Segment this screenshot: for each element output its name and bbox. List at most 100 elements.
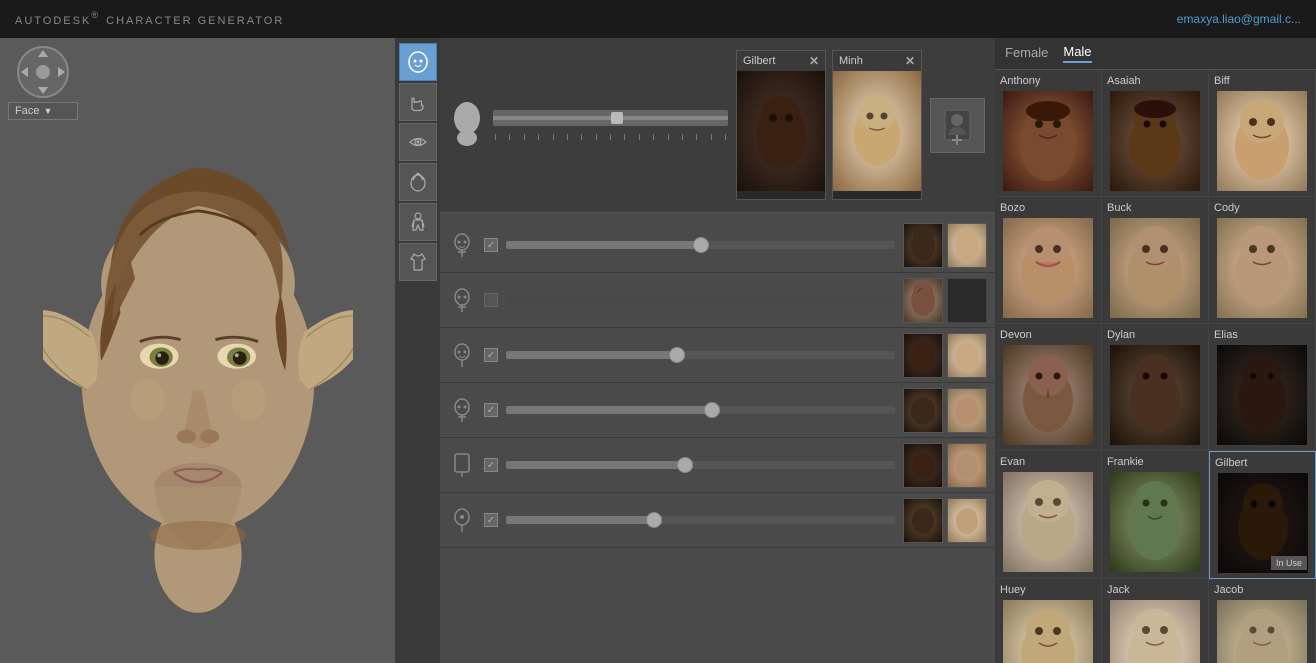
buck-portrait [1110,218,1200,318]
morph-thumb-5b[interactable] [947,443,987,488]
app-title: AUTODESK® CHARACTER GENERATOR [15,10,284,28]
char-item-dylan[interactable]: Dylan [1102,324,1209,451]
morph-thumb-2b[interactable] [947,278,987,323]
char-item-anthony[interactable]: Anthony [995,70,1102,197]
nav-up-arrow[interactable] [38,50,48,57]
char-item-devon[interactable]: Devon [995,324,1102,451]
morph-thumb-6a[interactable] [903,498,943,543]
char-item-bozo[interactable]: Bozo [995,197,1102,324]
char-item-frankie[interactable]: Frankie [1102,451,1209,579]
char-item-jack[interactable]: Jack [1102,579,1209,663]
eyes-icon [407,131,429,153]
nav-right-arrow[interactable] [58,67,65,77]
morph-thumb-3a[interactable] [903,333,943,378]
jack-portrait [1110,600,1200,663]
tab-female[interactable]: Female [1005,45,1048,62]
morph-icon-5 [448,451,476,479]
face-icon [407,51,429,73]
huey-portrait [1003,600,1093,663]
morph-thumb-1a[interactable] [903,223,943,268]
devon-portrait [1003,345,1093,445]
morph-row-2 [440,273,995,328]
morph-thumbs-3 [903,333,987,378]
morph-icon-3 [448,341,476,369]
minh-close-btn[interactable]: ✕ [905,54,915,68]
morph-checkbox-2[interactable] [484,293,498,307]
morph-slider-6[interactable] [506,505,895,535]
blend-silhouette [450,100,485,150]
blend-char-minh[interactable]: Minh ✕ [832,50,922,200]
morph-icon-6 [448,506,476,534]
morph-thumb-5a[interactable] [903,443,943,488]
gender-tabs: Female Male [995,38,1316,70]
morph-thumbs-6 [903,498,987,543]
morph-slider-5[interactable] [506,450,895,480]
morph-row-1 [440,218,995,273]
morph-thumb-2a[interactable] [903,278,943,323]
char-item-gilbert[interactable]: Gilbert In Use [1209,451,1316,579]
morph-thumbs-2 [903,278,987,323]
in-use-badge: In Use [1271,556,1307,570]
morph-checkbox-6[interactable] [484,513,498,527]
clothing-icon [407,251,429,273]
jacob-portrait [1217,600,1307,663]
asaiah-portrait [1110,91,1200,191]
blend-chars: Gilbert ✕ Minh [736,50,922,200]
blend-slider-area [493,110,728,140]
char-item-evan[interactable]: Evan [995,451,1102,579]
toolbar-hands-btn[interactable] [399,83,437,121]
morph-icon-4 [448,396,476,424]
morph-thumb-4b[interactable] [947,388,987,433]
toolbar-body-btn[interactable] [399,203,437,241]
blend-slider[interactable] [493,110,728,126]
tab-male[interactable]: Male [1063,44,1091,63]
toolbar-clothing-btn[interactable] [399,243,437,281]
morph-thumbs-4 [903,388,987,433]
face-preview-panel: Face ▼ [0,38,395,663]
morph-slider-1[interactable] [506,230,895,260]
face-silhouette-icon [450,98,485,153]
character-gallery: Female Male Anthony [995,38,1316,663]
char-item-huey[interactable]: Huey [995,579,1102,663]
char-item-asaiah[interactable]: Asaiah [1102,70,1209,197]
cody-portrait [1217,218,1307,318]
char-item-jacob[interactable]: Jacob [1209,579,1316,663]
app-header: AUTODESK® CHARACTER GENERATOR emaxya.lia… [0,0,1316,38]
char-item-cody[interactable]: Cody [1209,197,1316,324]
morph-list [440,213,995,663]
elias-portrait [1217,345,1307,445]
center-panel: Gilbert ✕ Minh [440,38,995,663]
morph-thumbs-5 [903,443,987,488]
toolbar-eyes-btn[interactable] [399,123,437,161]
blend-char-gilbert[interactable]: Gilbert ✕ [736,50,826,200]
char-item-elias[interactable]: Elias [1209,324,1316,451]
morph-thumb-3b[interactable] [947,333,987,378]
character-grid: Anthony Asaiah [995,70,1316,663]
morph-icon-2 [448,286,476,314]
biff-portrait [1217,91,1307,191]
blend-panel: Gilbert ✕ Minh [440,38,995,213]
gilbert-close-btn[interactable]: ✕ [809,54,819,68]
add-blend-char-btn[interactable] [930,98,985,153]
morph-thumb-6b[interactable] [947,498,987,543]
user-email: emaxya.liao@gmail.c... [1177,12,1301,26]
morph-row-3 [440,328,995,383]
nav-left-arrow[interactable] [21,67,28,77]
toolbar-hair-btn[interactable] [399,163,437,201]
morph-slider-3[interactable] [506,340,895,370]
minh-portrait [833,71,921,191]
morph-checkbox-1[interactable] [484,238,498,252]
bozo-portrait [1003,218,1093,318]
morph-thumb-4a[interactable] [903,388,943,433]
morph-thumb-1b[interactable] [947,223,987,268]
morph-row-4 [440,383,995,438]
toolbar-face-btn[interactable] [399,43,437,81]
morph-slider-2[interactable] [506,285,895,315]
morph-checkbox-4[interactable] [484,403,498,417]
morph-slider-4[interactable] [506,395,895,425]
char-item-biff[interactable]: Biff [1209,70,1316,197]
morph-checkbox-5[interactable] [484,458,498,472]
char-item-buck[interactable]: Buck [1102,197,1209,324]
add-char-icon [940,105,975,145]
morph-checkbox-3[interactable] [484,348,498,362]
